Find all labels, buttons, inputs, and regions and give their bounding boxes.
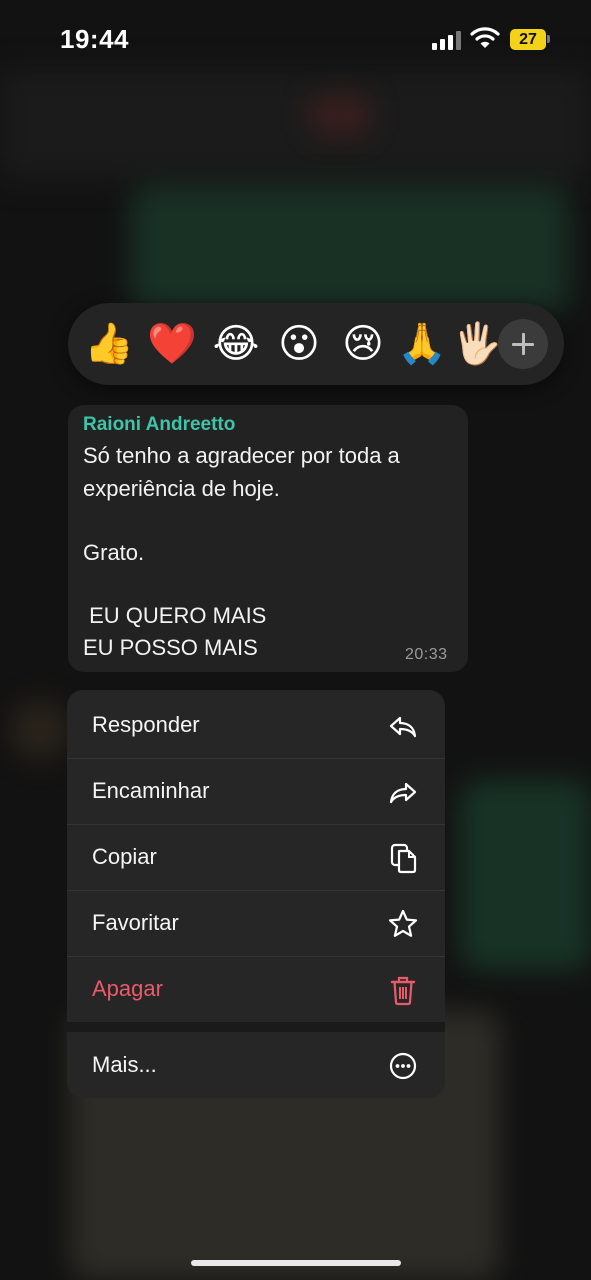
blurred-outgoing-bubble	[130, 185, 570, 315]
message-line: EU QUERO MAIS	[83, 603, 267, 628]
menu-item-label: Apagar	[92, 976, 163, 1001]
forward-icon	[389, 782, 417, 804]
message-line: experiência de hoje.	[83, 476, 280, 501]
trash-icon	[390, 976, 416, 1006]
status-time: 19:44	[60, 24, 129, 54]
blurred-background-element	[310, 95, 370, 135]
menu-item-label: Favoritar	[92, 910, 179, 935]
reaction-surprised[interactable]: 😮	[271, 303, 327, 385]
menu-item-label: Encaminhar	[92, 778, 210, 803]
star-icon	[388, 909, 418, 937]
blurred-avatar	[10, 700, 70, 760]
message-bubble: Raioni Andreetto Só tenho a agradecer po…	[68, 405, 468, 672]
reaction-thumbs-up[interactable]: 👍	[81, 303, 137, 385]
wifi-icon	[470, 27, 500, 48]
menu-item-more[interactable]: Mais...	[67, 1032, 445, 1098]
reaction-crying[interactable]: 😢	[335, 303, 391, 385]
sender-name: Raioni Andreetto	[83, 414, 236, 435]
reaction-laughing[interactable]: 😂	[208, 303, 264, 385]
reaction-praying-hands[interactable]: 🙏	[394, 303, 450, 385]
menu-item-copy[interactable]: Copiar	[67, 824, 445, 891]
menu-item-delete[interactable]: Apagar	[67, 956, 445, 1022]
reaction-bar: 👍 ❤️ 😂 😮 😢 🙏 🖐🏻	[68, 303, 564, 385]
status-bar: 19:44 27	[0, 0, 591, 80]
reaction-raised-hand[interactable]: 🖐🏻	[452, 303, 502, 385]
context-menu: Responder Encaminhar Copiar Favoritar Ap…	[67, 690, 445, 1098]
menu-item-forward[interactable]: Encaminhar	[67, 758, 445, 825]
menu-item-label: Copiar	[92, 844, 157, 869]
menu-separator	[67, 1022, 445, 1032]
reaction-heart[interactable]: ❤️	[144, 303, 200, 385]
copy-icon	[390, 843, 417, 874]
blurred-outgoing-bubble	[460, 780, 591, 970]
reply-icon	[389, 716, 417, 738]
menu-item-label: Responder	[92, 712, 200, 737]
blurred-chat-header	[0, 70, 591, 180]
menu-item-reply[interactable]: Responder	[67, 692, 445, 759]
menu-item-label: Mais...	[92, 1052, 157, 1077]
battery-tip	[547, 35, 550, 43]
add-reaction-button[interactable]	[498, 319, 548, 369]
message-timestamp: 20:33	[405, 646, 448, 663]
menu-item-favorite[interactable]: Favoritar	[67, 890, 445, 957]
message-line: Só tenho a agradecer por toda a	[83, 443, 400, 468]
signal-icon	[432, 30, 462, 50]
message-line: Grato.	[83, 540, 145, 565]
home-indicator[interactable]	[191, 1260, 401, 1266]
more-icon	[389, 1052, 417, 1080]
battery-icon: 27	[510, 29, 546, 50]
